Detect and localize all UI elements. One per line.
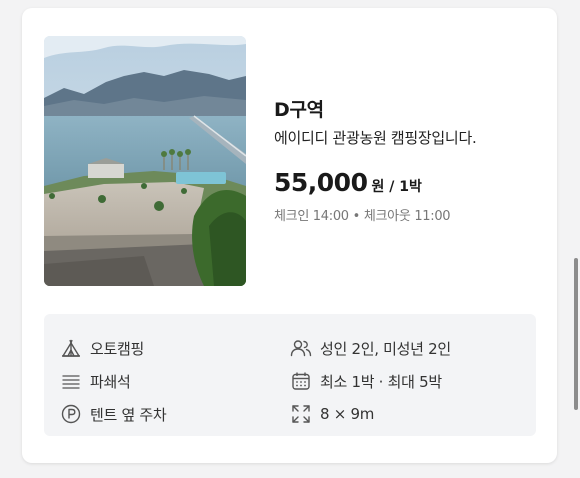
features-panel: 오토캠핑 파쇄석 텐트 옆 주차 성인 2인, 미성년 2인 최소 1박 · 최… bbox=[44, 314, 536, 436]
calendar-icon bbox=[290, 370, 312, 392]
feature-occupancy-label: 성인 2인, 미성년 2인 bbox=[320, 339, 451, 358]
campsite-info: D구역 에이디디 관광농원 캠핑장입니다. 55,000 원 / 1박 체크인 … bbox=[274, 98, 544, 224]
feature-parking-label: 텐트 옆 주차 bbox=[90, 405, 167, 424]
zone-name: D구역 bbox=[274, 99, 324, 121]
feature-occupancy: 성인 2인, 미성년 2인 bbox=[290, 337, 451, 359]
feature-size-label: 8 × 9m bbox=[320, 405, 375, 423]
feature-camping-type: 오토캠핑 bbox=[60, 337, 144, 359]
feature-parking: 텐트 옆 주차 bbox=[60, 403, 167, 425]
checkin-checkout: 체크인 14:00 • 체크아웃 11:00 bbox=[274, 205, 544, 224]
scrollbar[interactable] bbox=[574, 258, 578, 410]
price-row: 55,000 원 / 1박 bbox=[274, 168, 544, 197]
campsite-photo bbox=[44, 36, 246, 286]
feature-camping-type-label: 오토캠핑 bbox=[90, 339, 145, 358]
feature-floor-type: 파쇄석 bbox=[60, 370, 131, 392]
zone-description: 에이디디 관광농원 캠핑장입니다. bbox=[274, 129, 477, 147]
gravel-icon bbox=[60, 370, 82, 392]
campsite-card[interactable]: D구역 에이디디 관광농원 캠핑장입니다. 55,000 원 / 1박 체크인 … bbox=[22, 8, 557, 463]
price-unit: 원 / 1박 bbox=[371, 179, 422, 195]
tent-icon bbox=[60, 337, 82, 359]
people-icon bbox=[290, 337, 312, 359]
price-value: 55,000 bbox=[274, 168, 368, 197]
feature-floor-type-label: 파쇄석 bbox=[90, 372, 131, 391]
feature-stay: 최소 1박 · 최대 5박 bbox=[290, 370, 442, 392]
expand-icon bbox=[290, 403, 312, 425]
time-separator: • bbox=[352, 209, 361, 224]
checkout-time: 체크아웃 11:00 bbox=[363, 209, 451, 224]
checkin-time: 체크인 14:00 bbox=[274, 209, 349, 224]
parking-icon bbox=[60, 403, 82, 425]
feature-size: 8 × 9m bbox=[290, 403, 374, 425]
feature-stay-label: 최소 1박 · 최대 5박 bbox=[320, 372, 442, 391]
